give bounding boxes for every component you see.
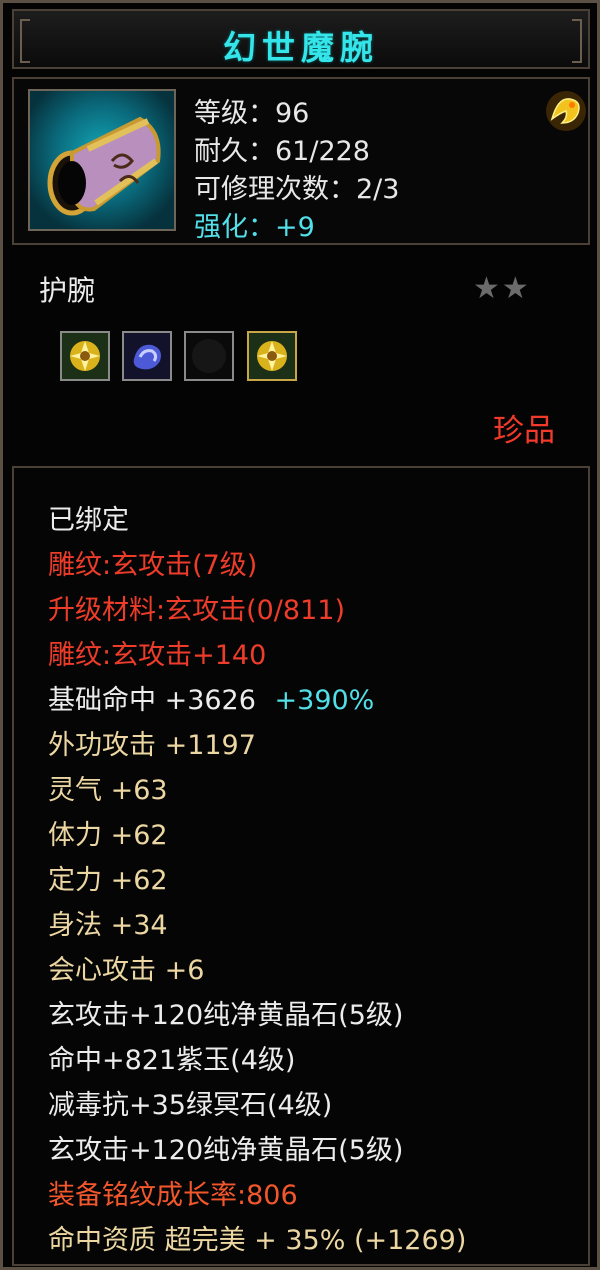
attribute-panel: 已绑定 雕纹:玄攻击(7级) 升级材料:玄攻击(0/811) 雕纹:玄攻击+14… — [12, 466, 590, 1266]
bound-status: 已绑定 — [48, 505, 129, 536]
gem-bonus-1: 玄攻击+120纯净黄晶石(5级) — [48, 1000, 404, 1031]
item-header-panel: 等级：96 耐久：61/228 可修理次数：2/3 强化：+9 — [12, 77, 590, 245]
item-tooltip: 幻世魔腕 等级：96 耐久：61/228 可修理次数：2/3 强化：+9 护腕 … — [0, 0, 600, 1270]
gem-bonus-4: 玄攻击+120纯净黄晶石(5级) — [48, 1135, 404, 1166]
focus-stat: 定力 +62 — [48, 865, 168, 896]
engrave-line-1: 雕纹:玄攻击(7级) — [48, 550, 258, 581]
external-attack-stat: 外功攻击 +1197 — [48, 730, 256, 761]
crit-attack-stat: 会心攻击 +6 — [48, 955, 205, 986]
engrave-line-2: 雕纹:玄攻击+140 — [48, 640, 267, 671]
base-hit-value: 基础命中 +3626 — [48, 685, 256, 716]
gem-slot-1[interactable] — [60, 331, 110, 381]
spirit-stat: 灵气 +63 — [48, 775, 168, 806]
item-durability: 耐久：61/228 — [194, 136, 370, 167]
gem-slot-2[interactable] — [122, 331, 172, 381]
item-repair-count: 可修理次数：2/3 — [194, 174, 400, 205]
gem-bonus-3: 减毒抗+35绿冥石(4级) — [48, 1090, 333, 1121]
stamina-stat: 体力 +62 — [48, 820, 168, 851]
hit-quality: 命中资质 超完美 + 35% (+1269) — [48, 1225, 467, 1256]
item-type: 护腕 — [39, 274, 96, 307]
base-hit-stat: 基础命中 +3626 +390% — [48, 678, 374, 717]
purple-jade-gem-icon — [124, 333, 170, 379]
item-level: 等级：96 — [194, 98, 310, 129]
purple-bracer-icon — [28, 89, 176, 231]
inscription-growth: 装备铭纹成长率:806 — [48, 1180, 298, 1211]
star-rating: ★★ — [473, 271, 531, 306]
empty-slot-icon — [186, 333, 232, 379]
gem-bonus-2: 命中+821紫玉(4级) — [48, 1045, 296, 1076]
gem-slot-4[interactable] — [247, 331, 297, 381]
gold-dragon-badge-icon — [544, 89, 588, 133]
item-title: 幻世魔腕 — [223, 28, 379, 67]
title-bar: 幻世魔腕 — [12, 9, 590, 69]
agility-stat: 身法 +34 — [48, 910, 168, 941]
rarity-label: 珍品 — [493, 413, 555, 449]
base-hit-percent: +390% — [274, 685, 375, 716]
yellow-crystal-gem-icon — [249, 333, 295, 379]
yellow-crystal-gem-icon — [62, 333, 108, 379]
gem-slot-3[interactable] — [184, 331, 234, 381]
upgrade-material: 升级材料:玄攻击(0/811) — [48, 595, 345, 626]
item-enhance: 强化：+9 — [194, 212, 315, 243]
